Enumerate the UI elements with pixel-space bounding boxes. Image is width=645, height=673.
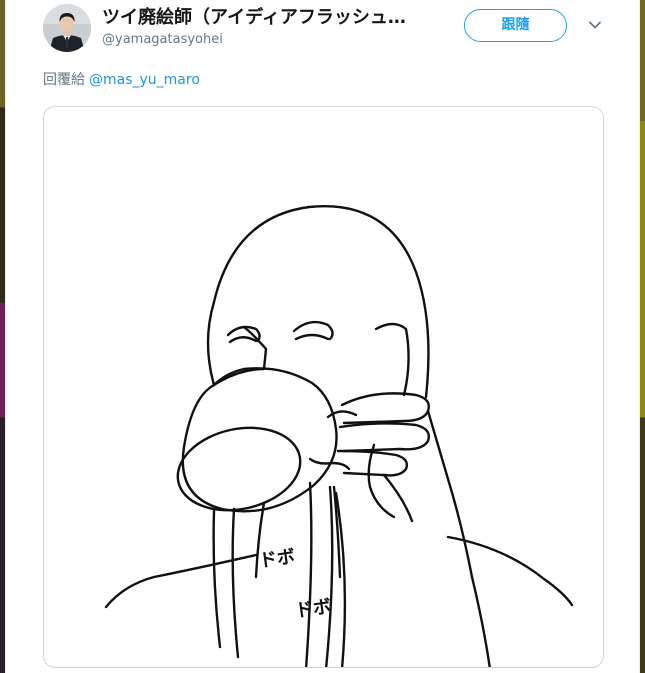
follow-button[interactable]: 跟隨 [464, 9, 567, 42]
ear-outline [374, 322, 410, 397]
liquid-stream-4 [324, 485, 334, 667]
head-outline [206, 205, 430, 399]
avatar[interactable] [43, 4, 91, 52]
line-drawing-illustration: ドボ ドボ [104, 205, 574, 667]
chevron-down-icon[interactable] [588, 18, 602, 32]
user-handle[interactable]: @yamagatasyohei [102, 31, 223, 49]
sfx-2: ドボ [294, 596, 333, 622]
sfx-1: ドボ [258, 546, 297, 572]
reply-prefix: 回覆給 [43, 72, 85, 88]
tweet-modal: ツイ廃絵師（アイディアフラッシュ… @yamagatasyohei 跟隨 回覆給… [5, 0, 640, 673]
display-name[interactable]: ツイ廃絵師（アイディアフラッシュ… [102, 6, 422, 30]
left-eye [228, 336, 258, 344]
cheek-outline [212, 325, 268, 387]
liquid-stream-1 [212, 509, 222, 649]
mug-rim [176, 426, 302, 512]
avatar-photo [43, 4, 91, 52]
right-eye [294, 333, 330, 341]
reply-context: 回覆給 @mas_yu_maro [43, 71, 200, 89]
reply-mention-link[interactable]: @mas_yu_maro [89, 72, 200, 88]
liquid-stream-2 [231, 507, 240, 659]
finger-3 [336, 449, 409, 477]
tweet-image[interactable]: ドボ ドボ [43, 106, 604, 668]
finger-2 [338, 422, 430, 453]
arm-right [470, 575, 491, 667]
finger-1 [340, 392, 430, 425]
liquid-stream-3 [304, 481, 313, 667]
hand-back [426, 409, 474, 579]
